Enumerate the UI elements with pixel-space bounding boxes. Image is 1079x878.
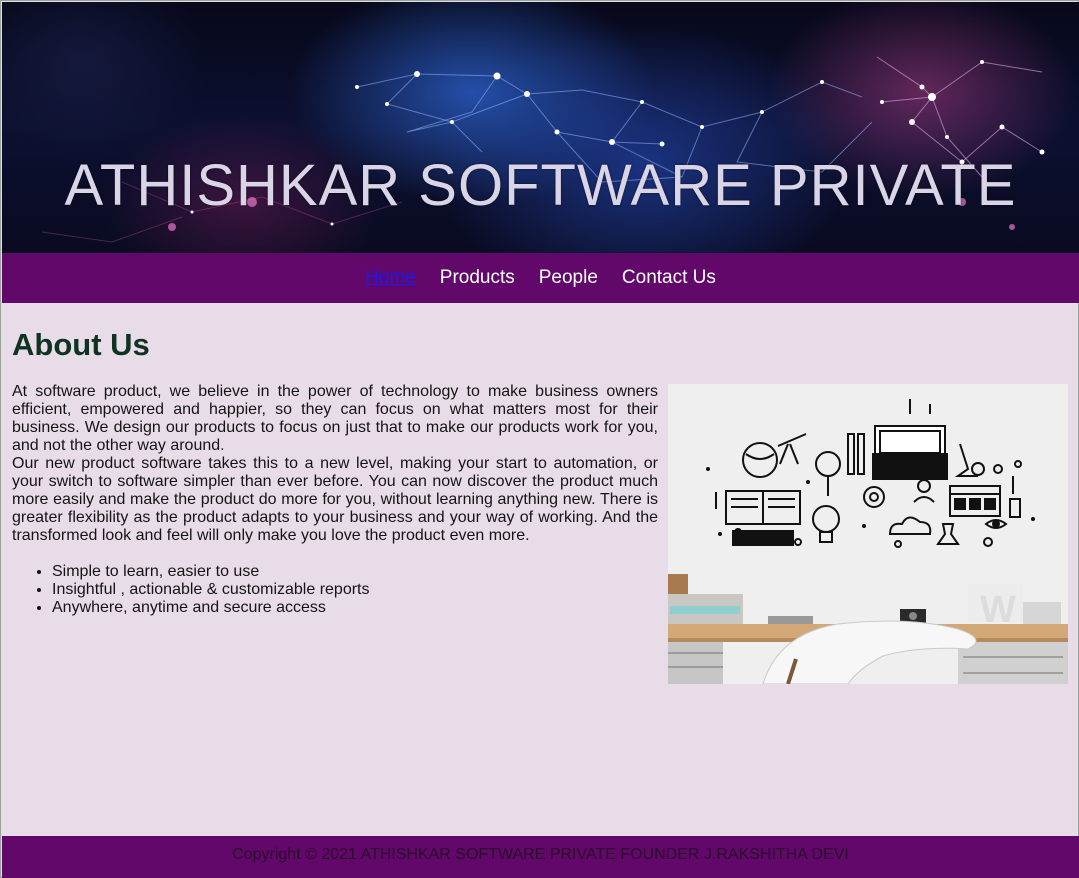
feature-list-item: Anywhere, anytime and secure access: [52, 599, 658, 617]
about-paragraph-2: Our new product software takes this to a…: [12, 455, 658, 544]
office-illustration-image: W: [668, 384, 1068, 684]
site-title: ATHISHKAR SOFTWARE PRIVATE: [64, 153, 1017, 218]
main-navigation: Home Products People Contact Us: [2, 253, 1079, 303]
nav-link-home[interactable]: Home: [365, 253, 416, 303]
header-banner: ATHISHKAR SOFTWARE PRIVATE: [2, 2, 1079, 253]
main-content: About Us At software product, we believe…: [2, 303, 1079, 835]
nav-link-contact-us[interactable]: Contact Us: [622, 253, 716, 303]
about-text-column: At software product, we believe in the p…: [12, 383, 658, 617]
page-frame: ATHISHKAR SOFTWARE PRIVATE Home Products…: [0, 0, 1079, 878]
nav-link-products[interactable]: Products: [440, 253, 515, 303]
page-heading: About Us: [12, 327, 150, 362]
nav-link-people[interactable]: People: [539, 253, 598, 303]
feature-list-item: Simple to learn, easier to use: [52, 563, 658, 581]
feature-list: Simple to learn, easier to use Insightfu…: [12, 563, 658, 617]
feature-list-item: Insightful , actionable & customizable r…: [52, 581, 658, 599]
footer: Copyright © 2021 ATHISHKAR SOFTWARE PRIV…: [2, 836, 1079, 878]
copyright-text: Copyright © 2021 ATHISHKAR SOFTWARE PRIV…: [232, 846, 849, 863]
about-paragraph-1: At software product, we believe in the p…: [12, 383, 658, 454]
